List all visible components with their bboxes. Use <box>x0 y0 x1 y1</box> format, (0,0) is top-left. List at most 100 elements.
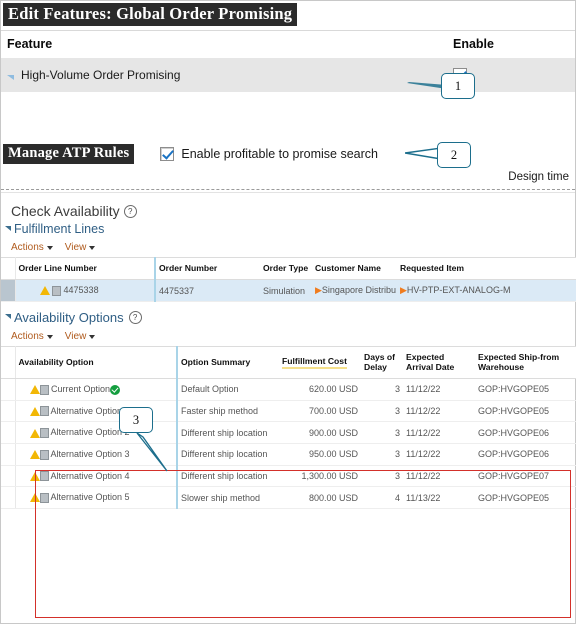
row-select-gutter[interactable] <box>1 279 16 303</box>
table-row[interactable]: Current Option Default Option 620.00 USD 3 1… <box>1 378 576 401</box>
column-header-expected-ship-from-warehouse[interactable]: Expected Ship-from Warehouse <box>475 346 576 380</box>
column-header-availability-option[interactable]: Availability Option <box>15 346 177 380</box>
column-header-order-number[interactable]: Order Number <box>154 257 260 280</box>
chevron-down-icon <box>46 245 53 250</box>
fulfillment-view-menu[interactable]: View <box>65 242 96 253</box>
row-detail-icon[interactable] <box>39 428 49 438</box>
current-option-check-icon <box>110 384 121 395</box>
collapse-triangle-icon[interactable] <box>5 225 11 231</box>
chevron-down-icon <box>46 334 53 339</box>
table-row[interactable]: 4475338 4475337 Simulation ▶Singapore Di… <box>1 279 576 303</box>
table-row[interactable]: Alternative Option 3 Different ship locat… <box>1 443 576 466</box>
warning-triangle-icon[interactable] <box>29 471 40 481</box>
order-line-number-value: 4475338 <box>63 285 99 296</box>
fulfillment-lines-section-header[interactable]: Fulfillment Lines <box>1 219 575 236</box>
expected-arrival-date-header-text: Expected Arrival Date <box>406 352 455 373</box>
availability-view-menu[interactable]: View <box>65 331 96 342</box>
column-header-order-type[interactable]: Order Type <box>260 257 312 280</box>
flag-icon: ▶ <box>400 285 407 296</box>
cell-option-summary: Default Option <box>176 378 279 401</box>
enable-profitable-to-promise-checkbox[interactable] <box>160 147 175 161</box>
row-select-gutter-header <box>1 257 16 280</box>
cell-expected-arrival-date: 11/12/22 <box>403 465 475 488</box>
cell-fulfillment-cost: 950.00 USD <box>279 443 361 466</box>
row-detail-icon[interactable] <box>52 285 62 296</box>
availability-option-value: Alternative Option 2 <box>48 427 130 438</box>
days-of-delay-header-text: Days of Delay <box>364 352 396 373</box>
cell-fulfillment-cost: 800.00 USD <box>279 486 361 509</box>
warning-triangle-icon[interactable] <box>29 385 40 395</box>
collapse-triangle-icon[interactable] <box>5 314 11 320</box>
page-title-row: Edit Features: Global Order Promising <box>1 1 575 26</box>
fulfillment-cost-header-text: Fulfillment Cost <box>282 356 347 369</box>
feature-row-high-volume-order-promising[interactable]: High-Volume Order Promising <box>1 58 575 92</box>
cell-option-summary: Slower ship method <box>176 486 279 509</box>
atp-enable-ptp-row[interactable]: Enable profitable to promise search <box>160 147 378 161</box>
requested-item-value: HV-PTP-EXT-ANALOG-M <box>406 285 511 295</box>
help-icon[interactable]: ? <box>123 204 137 218</box>
cell-expected-arrival-date: 11/12/22 <box>403 378 475 401</box>
cell-availability-option: Alternative Option 3 <box>15 443 177 466</box>
availability-options-section-header[interactable]: Availability Options ? <box>1 302 575 325</box>
features-table-header: Feature Enable <box>1 31 575 58</box>
row-select-gutter[interactable] <box>1 443 16 466</box>
row-select-gutter-header <box>1 346 16 380</box>
availability-option-value: Alternative Option 1 <box>48 405 130 416</box>
row-select-gutter[interactable] <box>1 486 16 509</box>
cell-days-of-delay: 3 <box>361 400 403 423</box>
table-row[interactable]: Alternative Option 5 Slower ship method 80… <box>1 486 576 509</box>
callout-3: 3 <box>119 407 153 433</box>
cell-option-summary: Different ship location <box>176 443 279 466</box>
cell-expected-ship-from-warehouse: GOP:HVGOPE06 <box>475 443 576 466</box>
expected-ship-from-warehouse-header-text: Expected Ship-from Warehouse <box>478 352 560 373</box>
column-header-fulfillment-cost[interactable]: Fulfillment Cost <box>279 346 361 380</box>
cell-requested-item: ▶HV-PTP-EXT-ANALOG-M <box>397 279 576 303</box>
table-row[interactable]: Alternative Option 1 Faster ship method 70… <box>1 400 576 423</box>
cell-days-of-delay: 3 <box>361 421 403 444</box>
atp-rules-label: Manage ATP Rules <box>3 144 135 164</box>
features-table: Feature Enable High-Volume Order Promisi… <box>1 30 575 92</box>
row-select-gutter[interactable] <box>1 378 16 401</box>
availability-option-value: Alternative Option 3 <box>48 449 130 459</box>
row-detail-icon[interactable] <box>39 471 49 482</box>
flag-icon: ▶ <box>315 285 322 296</box>
warning-triangle-icon[interactable] <box>29 450 40 460</box>
expand-triangle-icon[interactable] <box>7 74 14 80</box>
callout-1: 1 <box>441 73 475 99</box>
column-header-customer-name[interactable]: Customer Name <box>312 257 397 280</box>
row-select-gutter[interactable] <box>1 421 16 444</box>
column-header-option-summary[interactable]: Option Summary <box>176 346 279 380</box>
cell-expected-ship-from-warehouse: GOP:HVGOPE07 <box>475 465 576 488</box>
row-detail-icon[interactable] <box>39 406 49 417</box>
fulfillment-actions-menu[interactable]: Actions <box>11 242 53 253</box>
cell-expected-arrival-date: 11/12/22 <box>403 443 475 466</box>
callout-1-number: 1 <box>454 78 462 93</box>
row-detail-icon[interactable] <box>39 492 49 503</box>
row-select-gutter[interactable] <box>1 465 16 488</box>
page-title: Edit Features: Global Order Promising <box>3 3 298 26</box>
warning-triangle-icon[interactable] <box>29 406 40 416</box>
availability-option-value: Current Option <box>48 384 111 395</box>
column-header-requested-item[interactable]: Requested Item <box>397 257 576 280</box>
column-header-days-of-delay[interactable]: Days of Delay <box>361 346 403 380</box>
cell-expected-ship-from-warehouse: GOP:HVGOPE05 <box>475 486 576 509</box>
help-icon[interactable]: ? <box>128 311 142 325</box>
row-detail-icon[interactable] <box>39 384 49 395</box>
column-header-order-line-number[interactable]: Order Line Number <box>15 257 155 280</box>
screenshot-root: Edit Features: Global Order Promising Fe… <box>0 0 576 624</box>
row-select-gutter[interactable] <box>1 400 16 423</box>
cell-days-of-delay: 4 <box>361 486 403 509</box>
availability-option-value: Alternative Option 5 <box>48 492 130 503</box>
cell-order-number: 4475337 <box>154 279 260 303</box>
warning-triangle-icon[interactable] <box>29 428 40 438</box>
cell-fulfillment-cost: 620.00 USD <box>279 378 361 401</box>
enable-profitable-to-promise-label: Enable profitable to promise search <box>181 147 378 161</box>
warning-triangle-icon[interactable] <box>29 493 40 503</box>
row-detail-icon[interactable] <box>39 449 49 460</box>
table-row[interactable]: Alternative Option 4 Different ship locat… <box>1 465 576 488</box>
warning-triangle-icon[interactable] <box>39 286 50 296</box>
column-header-expected-arrival-date[interactable]: Expected Arrival Date <box>403 346 475 380</box>
availability-actions-menu[interactable]: Actions <box>11 331 53 342</box>
availability-actions-label: Actions <box>11 331 44 343</box>
table-row[interactable]: Alternative Option 2 Different ship locat… <box>1 421 576 444</box>
